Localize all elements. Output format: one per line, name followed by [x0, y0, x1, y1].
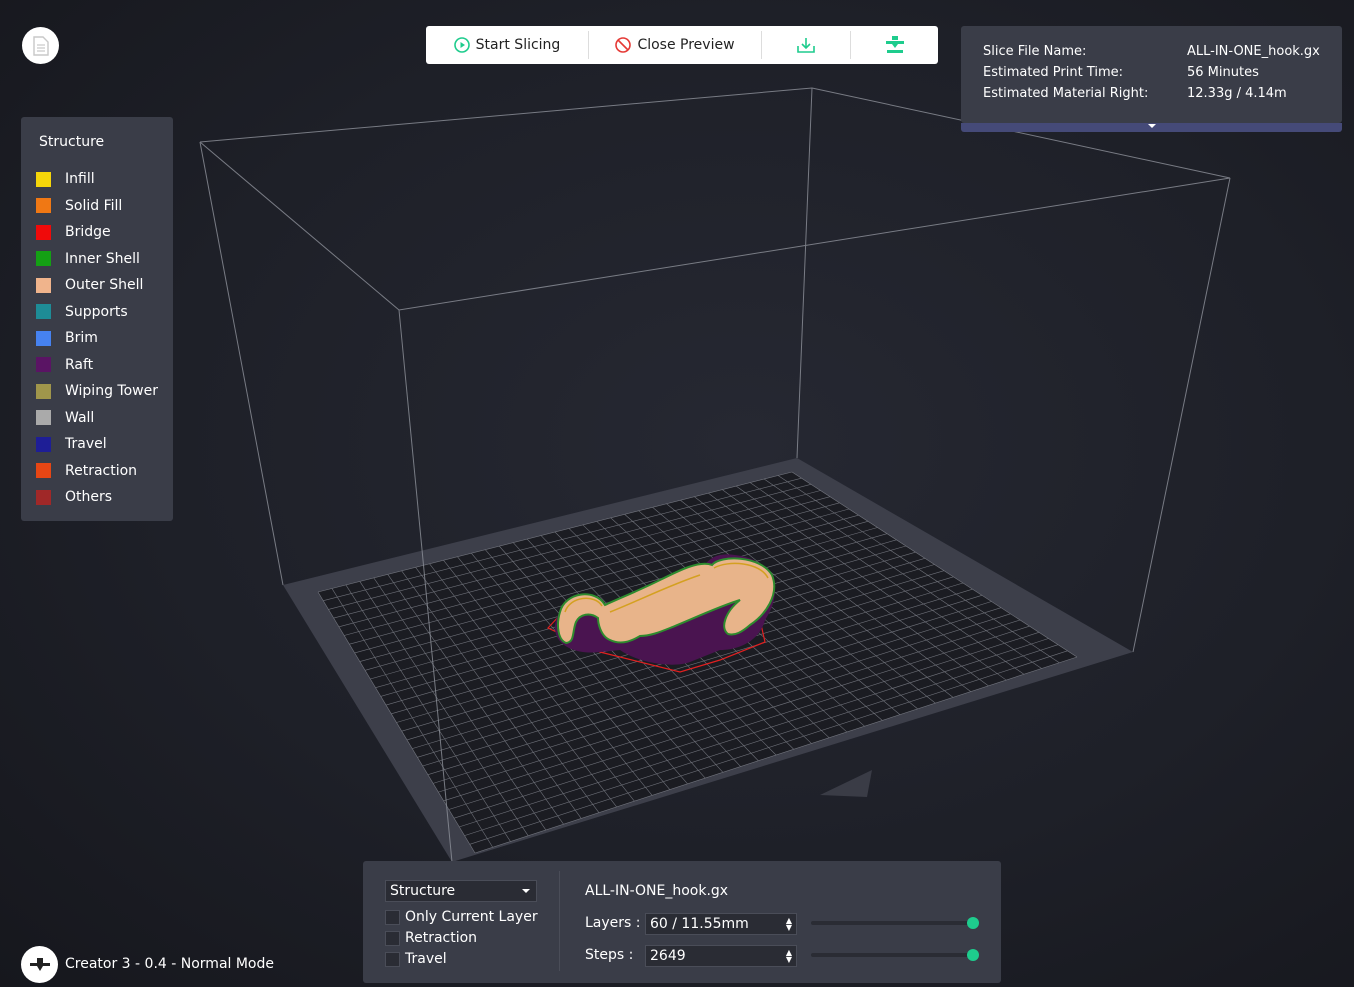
legend-label: Supports [65, 303, 128, 320]
structure-legend: Structure Infill Solid Fill Bridge Inner Sh… [21, 117, 173, 521]
start-slicing-label: Start Slicing [475, 37, 561, 53]
build-volume-scene[interactable] [0, 0, 1354, 987]
chevron-down-icon[interactable] [1148, 124, 1156, 128]
machine-mode-label: Creator 3 - 0.4 - Normal Mode [65, 956, 275, 972]
legend-swatch [36, 463, 51, 478]
steps-label: Steps : [585, 947, 634, 963]
steps-slider[interactable] [811, 949, 979, 961]
legend-swatch [36, 383, 51, 399]
legend-swatch [36, 198, 51, 213]
layers-label: Layers : [585, 915, 641, 931]
legend-swatch [36, 171, 51, 187]
preview-file-name: ALL-IN-ONE_hook.gx [585, 883, 729, 899]
checkbox-box[interactable] [385, 909, 400, 925]
checkbox-label: Retraction [405, 930, 478, 946]
file-icon [32, 35, 49, 56]
slice-info-panel: Slice File Name: ALL-IN-ONE_hook.gx Esti… [961, 26, 1342, 123]
view-mode-select[interactable]: Structure [385, 880, 537, 902]
legend-item: Raft [36, 355, 93, 375]
spin-arrows-icon[interactable]: ▲ ▼ [786, 949, 792, 964]
legend-swatch [36, 277, 51, 293]
legend-swatch [36, 251, 51, 266]
legend-label: Others [65, 489, 113, 505]
start-slicing-button[interactable]: Start Slicing [426, 26, 588, 64]
legend-item: Supports [36, 302, 128, 322]
checkbox-label: Travel [405, 951, 447, 967]
legend-label: Wall [65, 409, 95, 426]
print-time-value: 56 Minutes [1187, 65, 1259, 80]
legend-item: Retraction [36, 461, 137, 481]
legend-item: Infill [36, 169, 95, 189]
legend-label: Inner Shell [65, 250, 140, 267]
only-current-layer-checkbox[interactable]: Only Current Layer [385, 909, 538, 925]
legend-swatch [36, 224, 51, 240]
printer-nozzle-icon [885, 36, 904, 53]
legend-label: Brim [65, 330, 98, 346]
legend-item: Bridge [36, 222, 111, 242]
printer-nozzle-icon [29, 957, 50, 971]
travel-checkbox[interactable]: Travel [385, 951, 447, 967]
legend-label: Retraction [65, 462, 138, 479]
layers-value: 60 / 11.55mm [650, 916, 749, 932]
steps-spinbox[interactable]: 2649 ▲ ▼ [645, 945, 797, 967]
file-name-label: Slice File Name: [983, 44, 1087, 59]
3d-viewport[interactable]: Start Slicing Close Preview Slice File N… [0, 0, 1354, 987]
legend-item: Travel [36, 434, 107, 454]
print-button[interactable] [851, 26, 938, 64]
checkbox-label: Only Current Layer [405, 909, 538, 925]
legend-item: Inner Shell [36, 249, 140, 269]
legend-swatch [36, 489, 51, 505]
print-time-label: Estimated Print Time: [983, 65, 1124, 80]
plate-tab [820, 770, 872, 797]
view-mode-value: Structure [390, 883, 456, 899]
legend-item: Brim [36, 328, 98, 348]
legend-label: Travel [65, 436, 107, 452]
preview-control-panel: Structure Only Current Layer Retraction … [363, 861, 1001, 983]
checkbox-box[interactable] [385, 930, 400, 946]
slice-toolbar: Start Slicing Close Preview [426, 26, 938, 64]
layers-slider-handle[interactable] [967, 917, 979, 929]
material-label: Estimated Material Right: [983, 86, 1149, 101]
legend-swatch [36, 304, 51, 319]
legend-item: Wiping Tower [36, 381, 158, 401]
legend-label: Wiping Tower [65, 383, 158, 399]
close-preview-button[interactable]: Close Preview [589, 26, 761, 64]
legend-swatch [36, 330, 51, 346]
legend-label: Raft [65, 356, 94, 373]
checkbox-box[interactable] [385, 951, 400, 967]
legend-item: Others [36, 487, 112, 507]
steps-value: 2649 [650, 948, 686, 964]
close-preview-label: Close Preview [637, 37, 735, 53]
legend-item: Outer Shell [36, 275, 143, 295]
download-icon [797, 38, 815, 53]
legend-item: Wall [36, 408, 94, 428]
machine-button[interactable] [21, 946, 58, 983]
download-button[interactable] [762, 26, 850, 64]
layers-slider[interactable] [811, 917, 979, 929]
legend-item: Solid Fill [36, 196, 122, 216]
steps-slider-handle[interactable] [967, 949, 979, 961]
spin-arrows-icon[interactable]: ▲ ▼ [786, 917, 792, 932]
legend-title: Structure [39, 134, 105, 150]
file-button[interactable] [22, 27, 59, 64]
retraction-checkbox[interactable]: Retraction [385, 930, 477, 946]
prohibit-icon [615, 37, 632, 53]
chevron-down-icon [522, 889, 530, 893]
file-name-value: ALL-IN-ONE_hook.gx [1187, 44, 1320, 59]
legend-swatch [36, 436, 51, 452]
panel-divider [559, 871, 560, 971]
legend-label: Outer Shell [65, 277, 144, 293]
legend-label: Solid Fill [65, 197, 123, 214]
material-value: 12.33g / 4.14m [1187, 86, 1287, 101]
legend-swatch [36, 357, 51, 372]
legend-swatch [36, 410, 51, 425]
legend-label: Infill [65, 171, 95, 187]
legend-label: Bridge [65, 224, 111, 240]
layers-spinbox[interactable]: 60 / 11.55mm ▲ ▼ [645, 913, 797, 935]
play-icon [453, 37, 470, 53]
